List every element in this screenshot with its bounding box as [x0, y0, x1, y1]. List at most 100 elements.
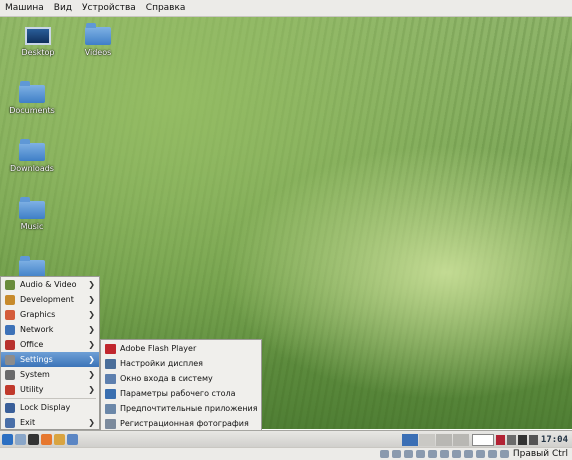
file-manager-icon[interactable]: [67, 434, 78, 445]
folder-icon: [85, 23, 111, 45]
audio-icon[interactable]: [403, 450, 413, 458]
start-menu-item-network[interactable]: Network ❯: [1, 322, 99, 337]
folder-icon: [19, 81, 45, 103]
usb-icon[interactable]: [427, 450, 437, 458]
start-menu-item-exit[interactable]: Exit ❯: [1, 415, 99, 430]
desktop-icon-label: Downloads: [10, 164, 54, 173]
settings-submenu-item[interactable]: Регистрационная фотография: [101, 416, 261, 431]
desktop-icon-label: Music: [20, 222, 44, 231]
hdd-icon[interactable]: [379, 450, 389, 458]
terminal-icon[interactable]: [28, 434, 39, 445]
system-icon: [5, 369, 15, 380]
exit-icon: [5, 417, 15, 428]
desktop-icon-music[interactable]: Music: [2, 197, 62, 231]
vbox-menu-item[interactable]: Машина: [0, 0, 49, 16]
video-capture-icon[interactable]: [463, 450, 473, 458]
start-menu-item-settings[interactable]: Settings ❯: [1, 352, 99, 367]
show-desktop-icon[interactable]: [15, 434, 26, 445]
start-menu-item-label: Audio & Video: [20, 280, 77, 289]
mouse-integration-icon[interactable]: [487, 450, 497, 458]
desktop-icon-documents[interactable]: Documents: [2, 81, 62, 115]
chevron-right-icon: ❯: [88, 355, 95, 364]
workspace-switcher[interactable]: [452, 433, 469, 446]
start-menu-item-label: Lock Display: [20, 403, 71, 412]
shared-folder-icon[interactable]: [439, 450, 449, 458]
desktop-icon-videos[interactable]: Videos: [68, 23, 128, 57]
desktop-icon-downloads[interactable]: Downloads: [2, 139, 62, 173]
folder-icon: [19, 197, 45, 219]
settings-submenu-item[interactable]: Настройки дисплея: [101, 356, 261, 371]
network-adapter-icon[interactable]: [415, 450, 425, 458]
chevron-right-icon: ❯: [88, 310, 95, 319]
vbox-menu-item[interactable]: Устройства: [77, 0, 141, 16]
cpu-icon[interactable]: [475, 450, 485, 458]
start-menu-item-lock-display[interactable]: Lock Display: [1, 400, 99, 415]
start-menu-item-label: Utility: [20, 385, 44, 394]
settings-submenu-item-label: Параметры рабочего стола: [120, 389, 236, 398]
desktop-icon-desktop[interactable]: Desktop: [8, 27, 68, 57]
vbox-menu-item[interactable]: Справка: [141, 0, 191, 16]
development-icon: [5, 294, 15, 305]
firefox-icon[interactable]: [41, 434, 52, 445]
settings-submenu-item-label: Окно входа в систему: [120, 374, 213, 383]
workspace-switcher[interactable]: [435, 433, 452, 446]
start-menu-item-label: Exit: [20, 418, 36, 427]
chevron-right-icon: ❯: [88, 295, 95, 304]
start-menu-item-label: Network: [20, 325, 54, 334]
start-menu-item-office[interactable]: Office ❯: [1, 337, 99, 352]
clock[interactable]: 17:04: [541, 435, 568, 445]
monitor-icon: [25, 27, 51, 45]
settings-submenu-item-label: Регистрационная фотография: [120, 419, 249, 428]
chevron-right-icon: ❯: [88, 325, 95, 334]
pidgin-icon[interactable]: [506, 434, 516, 445]
folder-icon: [19, 139, 45, 161]
settings-submenu-item[interactable]: Предпочтительные приложения: [101, 401, 261, 416]
network-tray-icon[interactable]: [528, 434, 538, 445]
flash-player-icon: [105, 343, 116, 354]
desktop-params-icon: [105, 388, 116, 399]
start-menu-item-label: Development: [20, 295, 74, 304]
settings-submenu-item-label: Adobe Flash Player: [120, 344, 197, 353]
keyboard-capture-icon[interactable]: [499, 450, 509, 458]
login-photo-icon: [105, 418, 116, 429]
workspace-switcher[interactable]: [418, 433, 435, 446]
taskbar: 17:04: [0, 430, 572, 448]
keyboard-layout-flag-icon[interactable]: [495, 434, 505, 445]
start-menu-item-label: System: [20, 370, 50, 379]
vbox-statusbar: Правый Ctrl: [0, 447, 572, 460]
settings-submenu-item[interactable]: Окно входа в систему: [101, 371, 261, 386]
graphics-icon: [5, 309, 15, 320]
start-menu-item-label: Settings: [20, 355, 53, 364]
start-menu-item-utility[interactable]: Utility ❯: [1, 382, 99, 397]
display-icon[interactable]: [451, 450, 461, 458]
utility-icon: [5, 384, 15, 395]
settings-submenu-item[interactable]: Параметры рабочего стола: [101, 386, 261, 401]
volume-icon[interactable]: [517, 434, 527, 445]
text-editor-icon[interactable]: [54, 434, 65, 445]
desktop-icon-label: Documents: [9, 106, 55, 115]
settings-submenu-item-label: Предпочтительные приложения: [120, 404, 258, 413]
start-menu-item-development[interactable]: Development ❯: [1, 292, 99, 307]
preferred-apps-icon: [105, 403, 116, 414]
chevron-right-icon: ❯: [88, 370, 95, 379]
optical-drive-icon[interactable]: [391, 450, 401, 458]
start-menu-item-audio-video[interactable]: Audio & Video ❯: [1, 277, 99, 292]
vbox-menubar: Машина Вид Устройства Справка: [0, 0, 572, 17]
input-box-icon: [471, 433, 494, 446]
settings-icon: [5, 354, 15, 365]
chevron-right-icon: ❯: [88, 418, 95, 427]
start-menu-item-graphics[interactable]: Graphics ❯: [1, 307, 99, 322]
vbox-menu-item[interactable]: Вид: [49, 0, 77, 16]
start-menu-item-label: Graphics: [20, 310, 56, 319]
chevron-right-icon: ❯: [88, 385, 95, 394]
settings-submenu-item[interactable]: Adobe Flash Player: [101, 341, 261, 356]
login-window-icon: [105, 373, 116, 384]
menu-separator: [4, 398, 96, 399]
start-menu: Audio & Video ❯ Development ❯ Graphics ❯ Netwo…: [0, 276, 100, 430]
start-menu-item-system[interactable]: System ❯: [1, 367, 99, 382]
audio-video-icon: [5, 279, 15, 290]
workspace-switcher[interactable]: [401, 433, 418, 446]
network-icon: [5, 324, 15, 335]
start-menu-icon[interactable]: [2, 434, 13, 445]
start-menu-item-label: Office: [20, 340, 44, 349]
